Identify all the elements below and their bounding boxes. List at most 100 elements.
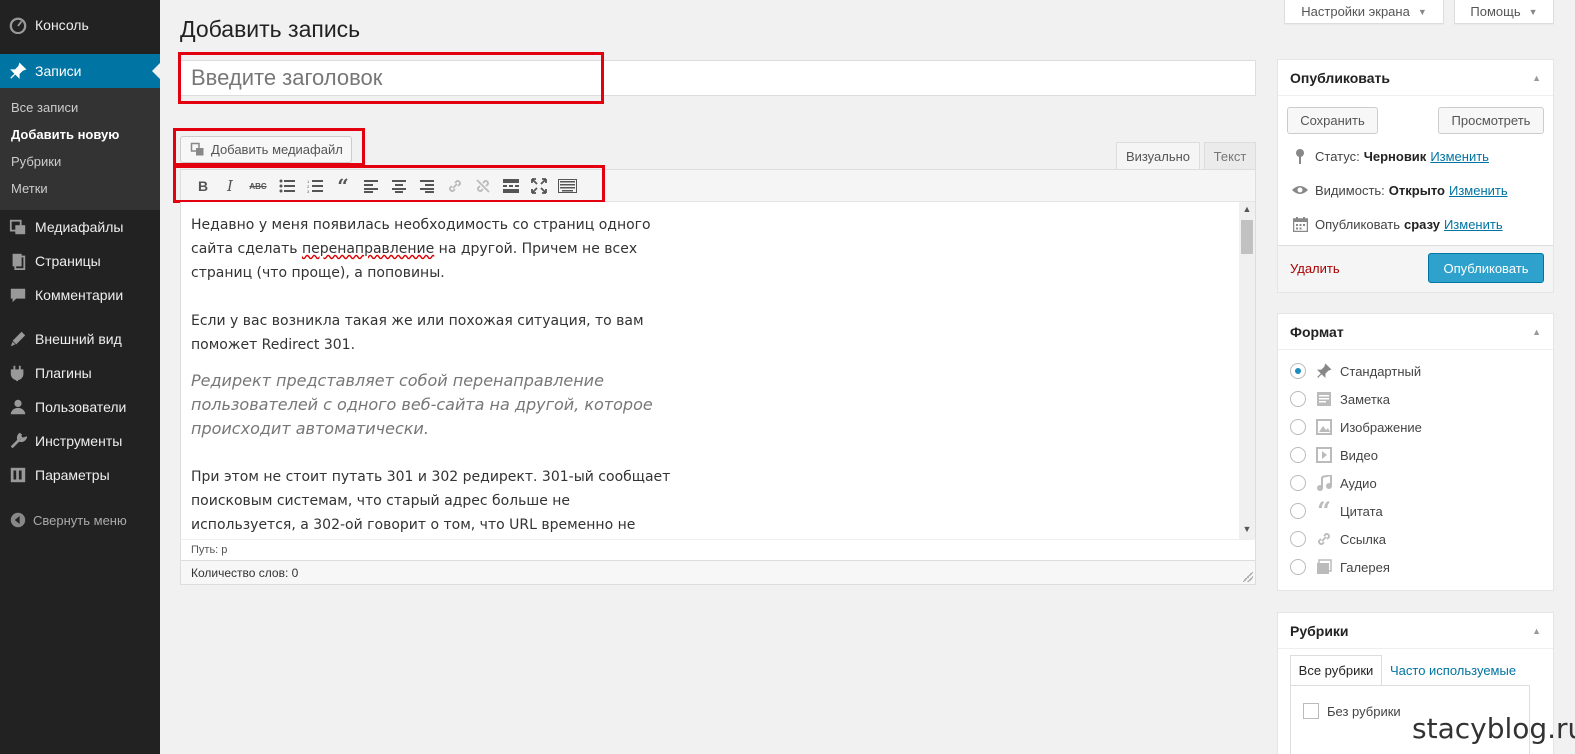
paragraph-2: Если у вас возникла такая же или похожая… (191, 313, 644, 353)
format-option-audio[interactable]: Аудио (1290, 472, 1377, 494)
radio-button[interactable] (1290, 475, 1306, 491)
radio-button[interactable] (1290, 503, 1306, 519)
format-option-video[interactable]: Видео (1290, 444, 1378, 466)
toggle-arrow-icon[interactable]: ▲ (1532, 626, 1541, 636)
format-option-aside[interactable]: Заметка (1290, 388, 1390, 410)
format-box-header[interactable]: Формат ▲ (1278, 314, 1553, 350)
edit-schedule-link[interactable]: Изменить (1444, 217, 1503, 232)
category-tabs: Все рубрики Часто используемые (1290, 655, 1530, 685)
publish-box-header[interactable]: Опубликовать ▲ (1278, 60, 1553, 96)
menu-item-appearance[interactable]: Внешний вид (0, 322, 160, 356)
submenu-tags[interactable]: Метки (11, 181, 48, 196)
radio-button[interactable] (1290, 531, 1306, 547)
audio-icon (1314, 473, 1334, 493)
editor-content-area[interactable]: Недавно у меня появилась необходимость с… (180, 202, 1256, 539)
scroll-down-icon[interactable]: ▼ (1239, 524, 1255, 536)
menu-label: Медиафайлы (35, 219, 124, 235)
submenu-all-posts[interactable]: Все записи (11, 100, 78, 115)
publish-box-title: Опубликовать (1290, 69, 1390, 86)
radio-button[interactable] (1290, 363, 1306, 379)
editor-path: Путь: p (180, 539, 1256, 561)
quote-icon: “ (1317, 496, 1331, 525)
radio-button[interactable] (1290, 419, 1306, 435)
menu-label: Внешний вид (35, 331, 122, 347)
format-option-image[interactable]: Изображение (1290, 416, 1422, 438)
preview-button[interactable]: Просмотреть (1438, 107, 1544, 134)
tab-popular-categories[interactable]: Часто используемые (1390, 655, 1516, 685)
publish-button[interactable]: Опубликовать (1428, 253, 1544, 283)
screen-options-label: Настройки экрана (1301, 4, 1410, 19)
schedule-label: Опубликовать (1315, 216, 1401, 232)
link-icon (1314, 529, 1334, 549)
toggle-arrow-icon[interactable]: ▲ (1532, 73, 1541, 83)
scroll-up-icon[interactable]: ▲ (1239, 204, 1255, 216)
radio-button[interactable] (1290, 391, 1306, 407)
edit-visibility-link[interactable]: Изменить (1449, 183, 1508, 198)
image-icon (1314, 417, 1334, 437)
help-button[interactable]: Помощь ▼ (1454, 0, 1554, 24)
status-row: Статус: Черновик Изменить (1292, 146, 1489, 166)
radio-button[interactable] (1290, 447, 1306, 463)
menu-label: Инструменты (35, 433, 123, 449)
editor-scrollbar[interactable]: ▲ ▼ (1239, 202, 1255, 539)
menu-item-posts[interactable]: Записи (0, 54, 160, 88)
menu-label: Плагины (35, 365, 92, 381)
media-icon (8, 217, 28, 237)
format-label: Заметка (1340, 391, 1390, 407)
category-checkbox[interactable] (1303, 703, 1319, 719)
scroll-thumb[interactable] (1241, 220, 1253, 254)
calendar-icon (1292, 216, 1308, 232)
visibility-label: Видимость: (1315, 182, 1385, 198)
format-label: Стандартный (1340, 363, 1422, 379)
save-draft-button[interactable]: Сохранить (1287, 107, 1378, 134)
screen-options-button[interactable]: Настройки экрана ▼ (1284, 0, 1444, 24)
menu-item-comments[interactable]: Комментарии (0, 278, 160, 312)
edit-status-link[interactable]: Изменить (1430, 149, 1489, 164)
format-option-standard[interactable]: Стандартный (1290, 360, 1421, 382)
status-label: Статус: (1315, 148, 1360, 164)
publish-actions: Удалить Опубликовать (1278, 245, 1553, 292)
paragraph-1: Недавно у меня появилась необходимость с… (191, 213, 671, 285)
collapse-menu-button[interactable]: Свернуть меню (0, 506, 160, 534)
admin-menu: Консоль Записи Все записи Добавить новую… (0, 0, 160, 754)
category-item[interactable]: Без рубрики (1303, 703, 1401, 719)
video-icon (1314, 445, 1334, 465)
delete-link[interactable]: Удалить (1290, 261, 1340, 276)
menu-item-pages[interactable]: Страницы (0, 244, 160, 278)
misspelled-word: перенаправление (301, 241, 435, 257)
format-label: Изображение (1340, 419, 1422, 435)
submenu-add-new[interactable]: Добавить новую (11, 127, 119, 142)
highlight-toolbar-box (173, 165, 605, 203)
eye-icon (1292, 182, 1308, 198)
menu-item-tools[interactable]: Инструменты (0, 424, 160, 458)
page-title: Добавить запись (180, 16, 361, 42)
format-option-gallery[interactable]: Галерея (1290, 556, 1390, 578)
tab-all-categories[interactable]: Все рубрики (1290, 655, 1382, 685)
submenu-categories[interactable]: Рубрики (11, 154, 61, 169)
menu-item-media[interactable]: Медиафайлы (0, 210, 160, 244)
menu-item-settings[interactable]: Параметры (0, 458, 160, 492)
resize-grip-icon[interactable] (1243, 572, 1253, 582)
plugins-icon (8, 363, 28, 383)
toggle-arrow-icon[interactable]: ▲ (1532, 327, 1541, 337)
gallery-icon (1314, 557, 1334, 577)
menu-label: Параметры (35, 467, 110, 483)
menu-item-users[interactable]: Пользователи (0, 390, 160, 424)
tab-text[interactable]: Текст (1204, 142, 1256, 169)
menu-label: Комментарии (35, 287, 124, 303)
format-label: Аудио (1340, 475, 1377, 491)
word-count: Количество слов: 0 (191, 566, 299, 580)
settings-icon (8, 465, 28, 485)
paragraph-3: При этом не стоит путать 301 и 302 редир… (191, 469, 671, 533)
tab-visual[interactable]: Визуально (1116, 142, 1200, 169)
pin-icon (1314, 361, 1334, 381)
menu-item-dashboard[interactable]: Консоль (0, 8, 160, 42)
radio-button[interactable] (1290, 559, 1306, 575)
format-option-link[interactable]: Ссылка (1290, 528, 1386, 550)
menu-item-plugins[interactable]: Плагины (0, 356, 160, 390)
categories-box-header[interactable]: Рубрики ▲ (1278, 613, 1553, 649)
users-icon (8, 397, 28, 417)
menu-label: Записи (35, 63, 82, 79)
format-option-quote[interactable]: “ Цитата (1290, 496, 1383, 525)
menu-label: Страницы (35, 253, 101, 269)
